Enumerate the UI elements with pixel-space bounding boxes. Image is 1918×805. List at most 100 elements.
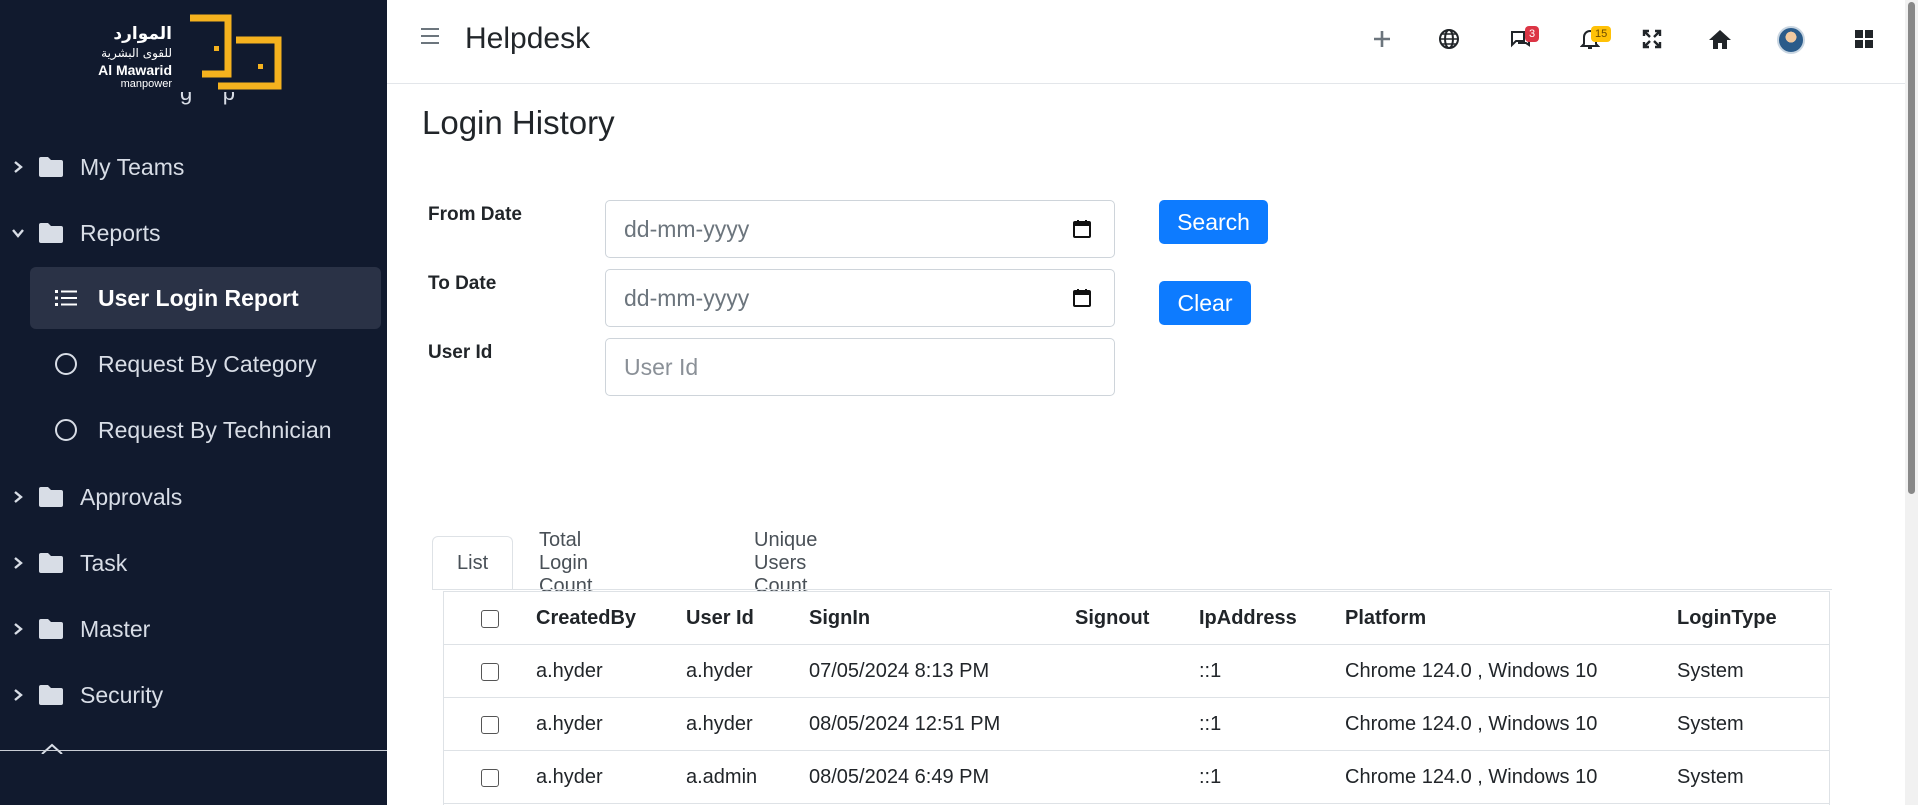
select-all-checkbox[interactable] [481,610,499,628]
menu-icon[interactable] [421,28,439,46]
column-header[interactable]: LoginType [1677,592,1777,645]
logo-english-title: Al Mawarid [98,62,172,78]
sidebar-scroll-cutoff: g p [180,92,236,105]
top-header: Helpdesk 3 15 [387,0,1905,84]
notification-count-badge: 15 [1591,26,1612,42]
sidebar-subitem-user-login-report[interactable]: User Login Report [30,267,381,329]
sidebar-item-label: Approvals [80,483,183,510]
user-id-label: User Id [428,342,493,363]
sidebar-item-label: My Teams [80,153,185,180]
sidebar: الموارد للقوى البشرية Al Mawarid manpowe… [0,0,387,805]
cell-user-id: a.admin [686,766,758,788]
column-header[interactable]: Signout [1075,592,1149,645]
chevron-right-icon [10,489,26,505]
table-row[interactable]: a.hyder a.hyder 07/05/2024 8:13 PM ::1 C… [444,645,1829,698]
cell-user-id: a.hyder [686,713,753,735]
avatar[interactable] [1777,26,1805,54]
column-header[interactable]: SignIn [809,592,870,645]
sidebar-item-approvals[interactable]: Approvals [0,467,387,527]
folder-icon [39,157,63,177]
cell-ip-address: ::1 [1199,660,1222,682]
column-header[interactable]: CreatedBy [536,592,636,645]
chat-icon[interactable]: 3 [1505,24,1540,54]
sidebar-item-reports[interactable]: Reports [0,203,387,263]
sidebar-item-master[interactable]: Master [0,599,387,659]
cell-sign-in: 08/05/2024 6:49 PM [809,766,990,788]
login-history-table: CreatedBy User Id SignIn Signout IpAddre… [443,591,1830,805]
app-title: Helpdesk [465,22,591,55]
chevron-right-icon [10,159,26,175]
page-title: Login History [422,104,615,141]
to-date-label: To Date [428,273,497,294]
grid-icon[interactable] [1849,24,1879,54]
sidebar-item-label: Security [80,681,164,708]
cell-platform: Chrome 124.0 , Windows 10 [1345,766,1598,788]
clear-button[interactable]: Clear [1159,281,1251,325]
folder-icon [39,223,63,243]
folder-icon [39,685,63,705]
from-date-label: From Date [428,204,522,225]
sidebar-item-security[interactable]: Security [0,665,387,725]
folder-icon [39,487,63,507]
folder-icon [39,553,63,573]
sidebar-item-my-teams[interactable]: My Teams [0,137,387,197]
circle-icon [54,352,78,376]
cell-platform: Chrome 124.0 , Windows 10 [1345,713,1598,735]
circle-icon [54,418,78,442]
sidebar-item-label: Master [80,615,151,642]
bell-icon[interactable]: 15 [1575,24,1612,54]
row-checkbox[interactable] [481,769,499,787]
sidebar-divider [0,750,387,751]
sidebar-subitem-label: Request By Technician [98,416,332,443]
company-logo[interactable]: الموارد للقوى البشرية Al Mawarid manpowe… [85,12,290,92]
globe-icon[interactable] [1434,24,1464,54]
user-id-input[interactable]: User Id [605,338,1115,396]
logo-mark-icon [190,14,282,90]
sidebar-item-task[interactable]: Task [0,533,387,593]
cell-ip-address: ::1 [1199,766,1222,788]
to-date-input[interactable]: dd-mm-yyyy [605,269,1115,327]
cell-sign-in: 08/05/2024 12:51 PM [809,713,1001,735]
fullscreen-icon[interactable] [1637,24,1667,54]
table-header-row: CreatedBy User Id SignIn Signout IpAddre… [444,592,1829,645]
row-checkbox[interactable] [481,716,499,734]
column-header[interactable]: IpAddress [1199,592,1297,645]
page-scrollbar[interactable] [1905,0,1918,805]
table-row[interactable]: a.hyder a.hyder 08/05/2024 12:51 PM ::1 … [444,698,1829,751]
logo-english-subtitle: manpower [120,78,172,90]
row-checkbox[interactable] [481,663,499,681]
sidebar-item-label: Reports [80,219,161,246]
cell-created-by: a.hyder [536,713,603,735]
chevron-right-icon [10,621,26,637]
scrollbar-thumb[interactable] [1908,2,1915,494]
logo-arabic-subtitle: للقوى البشرية [101,46,172,60]
chevron-down-icon [10,225,26,241]
from-date-input[interactable]: dd-mm-yyyy [605,200,1115,258]
tab-total-login-count[interactable]: Total Login Count [539,529,592,597]
plus-icon[interactable] [1367,24,1397,54]
tab-unique-users-count[interactable]: Unique Users Count [754,529,817,597]
folder-icon [39,619,63,639]
sidebar-subitem-request-by-category[interactable]: Request By Category [30,333,381,395]
search-button[interactable]: Search [1159,200,1268,244]
sidebar-item-label: Task [80,549,128,576]
tab-list[interactable]: List [432,536,514,590]
cell-ip-address: ::1 [1199,713,1222,735]
cell-login-type: System [1677,713,1744,735]
cell-login-type: System [1677,660,1744,682]
tabs-divider [432,589,1832,590]
home-icon[interactable] [1705,24,1735,54]
chat-count-badge: 3 [1525,26,1540,42]
column-header[interactable]: User Id [686,592,754,645]
sidebar-subitem-request-by-technician[interactable]: Request By Technician [30,399,381,461]
cell-user-id: a.hyder [686,660,753,682]
to-date-placeholder: dd-mm-yyyy [624,284,750,311]
column-header[interactable]: Platform [1345,592,1426,645]
logo-arabic-title: الموارد [113,24,172,44]
list-icon [54,286,78,310]
calendar-icon[interactable] [1072,219,1092,239]
partial-item-icon [41,743,63,754]
calendar-icon[interactable] [1072,288,1092,308]
table-row[interactable]: a.hyder a.admin 08/05/2024 6:49 PM ::1 C… [444,751,1829,804]
sidebar-subitem-label: User Login Report [98,284,299,311]
